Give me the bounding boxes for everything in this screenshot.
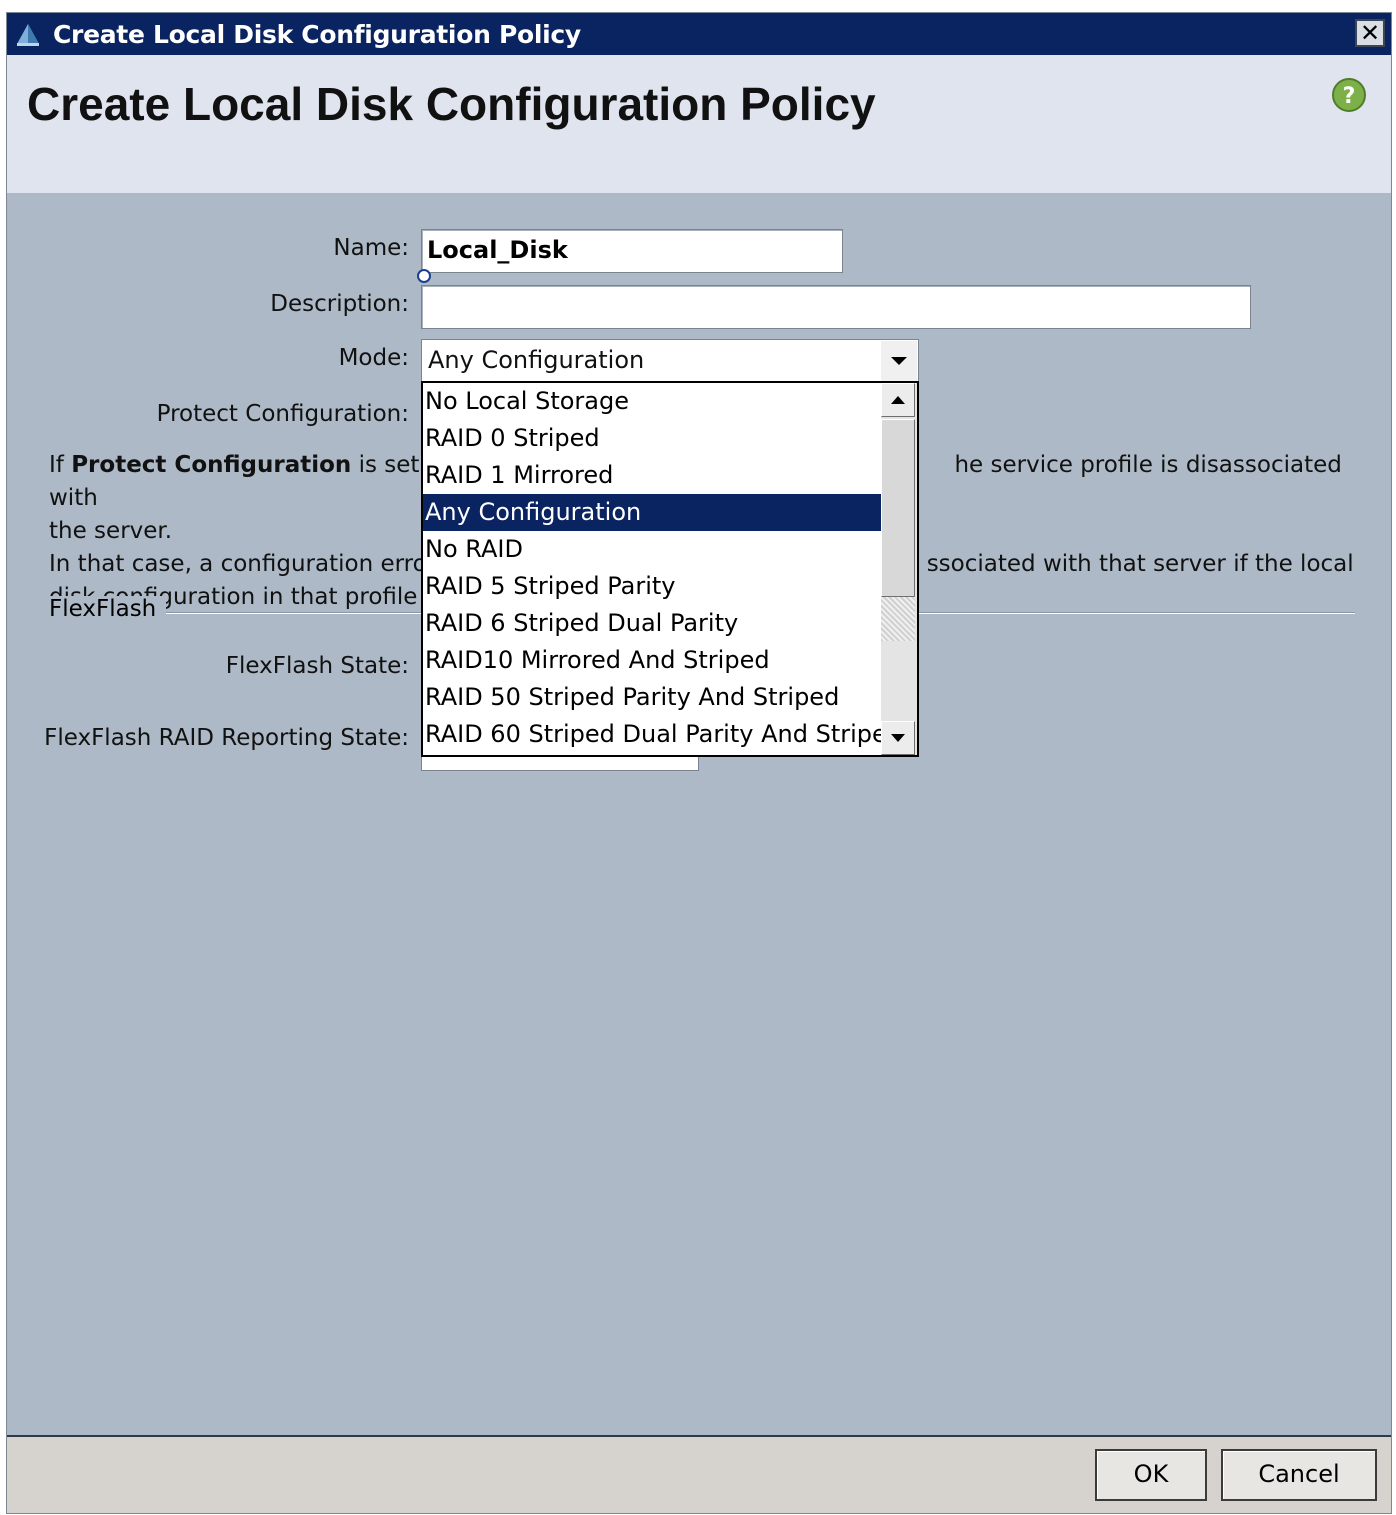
dialog-header: Create Local Disk Configuration Policy ? (7, 55, 1391, 193)
cancel-button[interactable]: Cancel (1221, 1449, 1377, 1501)
name-label: Name: (333, 235, 409, 261)
mode-label: Mode: (338, 345, 409, 371)
help-icon[interactable]: ? (1331, 77, 1367, 113)
mode-option[interactable]: RAID 0 Striped (423, 420, 881, 457)
mode-option[interactable]: Any Configuration (423, 494, 881, 531)
protect-configuration-label: Protect Configuration: (156, 401, 409, 427)
close-icon: ✕ (1359, 19, 1381, 47)
mode-dropdown-button[interactable] (881, 341, 917, 381)
chevron-down-icon (891, 357, 907, 365)
mode-select[interactable]: Any Configuration (421, 339, 919, 383)
scroll-up-button[interactable] (881, 383, 915, 417)
mode-option[interactable]: No RAID (423, 531, 881, 568)
svg-text:?: ? (1343, 84, 1356, 109)
page-title: Create Local Disk Configuration Policy (27, 78, 876, 130)
description-input[interactable] (421, 285, 1251, 329)
mode-option[interactable]: RAID 1 Mirrored (423, 457, 881, 494)
mode-select-value: Any Configuration (428, 346, 645, 374)
info-text-segment: ssociated with that server if the local (926, 551, 1354, 577)
mode-option[interactable]: RAID 50 Striped Parity And Striped (423, 679, 881, 716)
dropdown-scrollbar[interactable] (881, 383, 917, 755)
ucs-pyramid-icon (17, 24, 39, 46)
scroll-thumb[interactable] (881, 419, 915, 597)
info-text-bold: Protect Configuration (71, 452, 352, 478)
mode-dropdown-list[interactable]: No Local Storage RAID 0 Striped RAID 1 Mir… (421, 381, 919, 757)
window-title: Create Local Disk Configuration Policy (53, 20, 581, 49)
arrow-down-icon (891, 734, 905, 742)
name-input[interactable]: Local_Disk (421, 229, 843, 273)
arrow-up-icon (891, 396, 905, 404)
info-text-segment: In that case, a configuration erro (49, 551, 427, 577)
mode-option[interactable]: RAID 6 Striped Dual Parity (423, 605, 881, 642)
close-button[interactable]: ✕ (1355, 19, 1385, 47)
dialog-footer: OK Cancel (7, 1435, 1391, 1513)
flexflash-raid-label: FlexFlash RAID Reporting State: (44, 725, 409, 751)
mode-option[interactable]: RAID 5 Striped Parity (423, 568, 881, 605)
mode-option[interactable]: RAID10 Mirrored And Striped (423, 642, 881, 679)
info-text-segment: If (49, 452, 72, 478)
description-label: Description: (270, 291, 409, 317)
flexflash-state-label: FlexFlash State: (225, 653, 409, 679)
info-marker-icon (417, 269, 431, 283)
flexflash-section-label: FlexFlash (49, 596, 167, 622)
scroll-track[interactable] (881, 597, 915, 641)
scroll-down-button[interactable] (881, 721, 915, 755)
dialog-window: Create Local Disk Configuration Policy ✕… (6, 12, 1392, 1514)
mode-option[interactable]: RAID 60 Striped Dual Parity And Striped (423, 716, 881, 753)
mode-options: No Local Storage RAID 0 Striped RAID 1 Mir… (423, 383, 881, 753)
title-bar[interactable]: Create Local Disk Configuration Policy ✕ (7, 13, 1391, 55)
info-text-segment: is set (351, 452, 420, 478)
mode-option[interactable]: No Local Storage (423, 383, 881, 420)
ok-button[interactable]: OK (1095, 1449, 1207, 1501)
